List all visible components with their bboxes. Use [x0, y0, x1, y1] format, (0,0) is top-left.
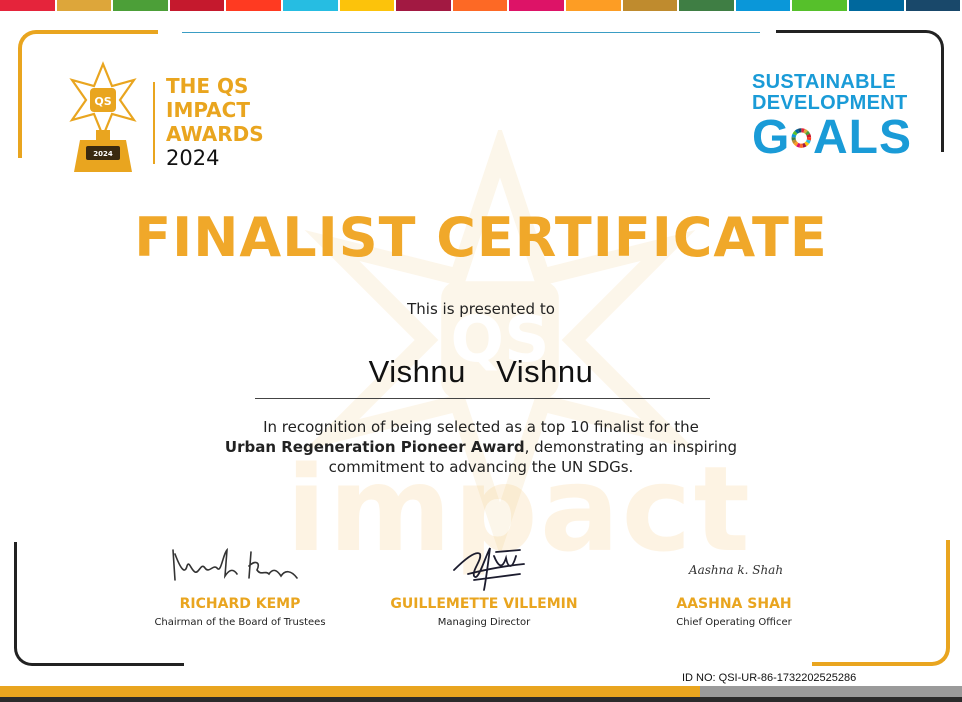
sdg-color-strip [0, 0, 962, 11]
strip-segment [509, 0, 564, 11]
signatory-role: Chairman of the Board of Trustees [154, 617, 326, 628]
signatory-role: Chief Operating Officer [676, 617, 792, 628]
top-divider-line [182, 32, 760, 33]
bottom-accent-bar-fade [700, 686, 962, 697]
certificate-id-number: ID NO: QSI-UR-86-1732202525286 [682, 672, 857, 684]
strip-segment [282, 0, 338, 11]
sdg-logo: SUSTAINABLE DEVELOPMENT G ALS [752, 72, 912, 162]
strip-segment [792, 0, 847, 11]
sdg-line-sustainable: SUSTAINABLE [752, 71, 897, 93]
signatory-name: GUILLEMETTE VILLEMIN [390, 596, 578, 612]
recipient-name: Vishnu Vishnu [368, 354, 594, 389]
signature-aashna-shah: Aashna k. Shah [688, 563, 783, 577]
strip-segment [339, 0, 395, 11]
qs-award-logo-icon: QS 2024 [69, 61, 137, 172]
recipient-underline [255, 398, 710, 399]
qs-awards-title: THE QS IMPACT AWARDS [166, 74, 264, 146]
certificate-title: FINALIST CERTIFICATE [134, 206, 828, 269]
strip-segment [226, 0, 281, 11]
strip-segment [113, 0, 168, 11]
strip-segment [396, 0, 451, 11]
strip-segment [679, 0, 734, 11]
sdg-wheel-icon [791, 128, 812, 148]
signatory-role: Managing Director [437, 617, 531, 628]
strip-segment [0, 0, 55, 11]
signatory-aashna-shah: Aashna k. Shah AASHNA SHAH Chief Operati… [624, 540, 844, 628]
bottom-dark-bar [0, 697, 962, 702]
strip-segment [905, 0, 961, 11]
qs-awards-year: 2024 [166, 146, 220, 170]
svg-text:2024: 2024 [93, 150, 113, 158]
qs-logo-divider [153, 82, 155, 164]
recognition-text: In recognition of being selected as a to… [224, 418, 738, 476]
strip-segment [169, 0, 225, 11]
sdg-goals-wordmark: G ALS [752, 111, 912, 164]
signatory-name: AASHNA SHAH [676, 596, 792, 612]
signatory-guillemette-villemin: GUILLEMETTE VILLEMIN Managing Director [374, 540, 594, 628]
strip-segment [735, 0, 791, 11]
strip-segment [452, 0, 508, 11]
signatory-name: RICHARD KEMP [179, 596, 301, 612]
signature-richard-kemp [172, 547, 298, 581]
svg-text:QS: QS [94, 95, 111, 108]
strip-segment [56, 0, 112, 11]
signature-guillemette-villemin [453, 547, 525, 591]
strip-segment [565, 0, 621, 11]
award-name: Urban Regeneration Pioneer Award [224, 438, 525, 456]
signatory-richard-kemp: RICHARD KEMP Chairman of the Board of Tr… [130, 540, 350, 628]
svg-text:Aashna k. Shah: Aashna k. Shah [688, 563, 783, 577]
strip-segment [622, 0, 678, 11]
presented-to-text: This is presented to [407, 300, 555, 318]
strip-segment [848, 0, 904, 11]
